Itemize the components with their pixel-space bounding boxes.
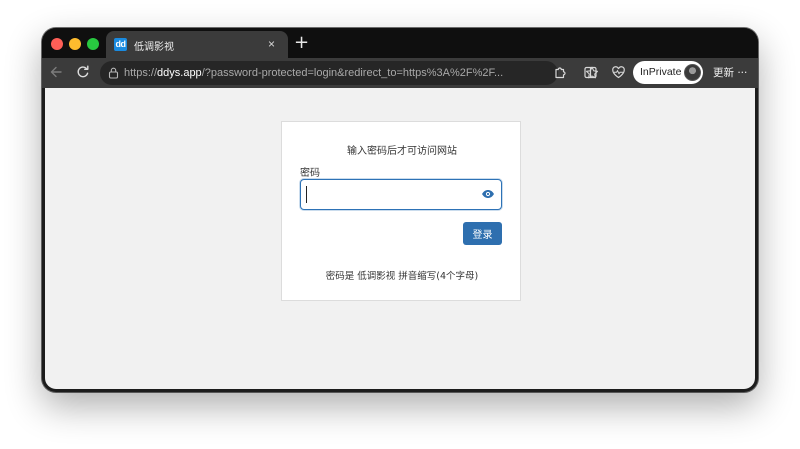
new-tab-icon[interactable]: +	[294, 33, 309, 53]
heartbeat-icon[interactable]	[611, 65, 626, 80]
site-favicon-icon: dd	[114, 38, 127, 51]
login-heading: 输入密码后才可访问网站	[347, 146, 457, 157]
split-screen-icon[interactable]	[583, 65, 598, 80]
update-label: 更新	[713, 67, 734, 79]
url-scheme: https://	[124, 67, 158, 79]
text-cursor	[306, 186, 307, 203]
avatar	[684, 64, 701, 81]
inprivate-button[interactable]: InPrivate	[633, 61, 703, 84]
lock-icon[interactable]	[108, 67, 119, 79]
page-content: 输入密码后才可访问网站 密码 登录 密码是 低调影视 拼音缩写(4个字母)	[45, 88, 755, 389]
login-card: 输入密码后才可访问网站 密码 登录 密码是 低调影视 拼音缩写(4个字母)	[281, 121, 521, 301]
url-text[interactable]: https://ddys.app/?password-protected=log…	[124, 67, 503, 79]
back-arrow-icon[interactable]	[48, 64, 64, 80]
browser-window: dd 低调影视 × + https://ddys.app/?password-p…	[42, 28, 758, 392]
reload-icon[interactable]	[75, 64, 91, 80]
more-options-icon[interactable]: ···	[737, 67, 747, 79]
tab-ddys[interactable]: dd 低调影视 ×	[106, 31, 288, 58]
login-button[interactable]: 登录	[463, 222, 502, 245]
password-input[interactable]	[300, 179, 502, 210]
update-button[interactable]: 更新 ···	[713, 65, 747, 80]
browser-toolbar: https://ddys.app/?password-protected=log…	[42, 58, 758, 88]
tab-title: 低调影视	[134, 42, 174, 53]
minimize-window-button[interactable]	[69, 38, 81, 50]
password-hint: 密码是 低调影视 拼音缩写(4个字母)	[325, 271, 479, 282]
password-label: 密码	[300, 168, 320, 179]
title-bar: dd 低调影视 × +	[42, 28, 758, 58]
close-window-button[interactable]	[51, 38, 63, 50]
inprivate-label: InPrivate	[640, 66, 682, 78]
url-host: ddys.app	[157, 67, 202, 79]
address-bar[interactable]: https://ddys.app/?password-protected=log…	[100, 61, 599, 85]
close-tab-icon[interactable]: ×	[268, 37, 275, 51]
url-path: /?password-protected=login&redirect_to=h…	[201, 67, 504, 79]
eye-icon[interactable]	[481, 189, 495, 199]
zoom-window-button[interactable]	[87, 38, 99, 50]
puzzle-icon[interactable]	[553, 65, 568, 80]
